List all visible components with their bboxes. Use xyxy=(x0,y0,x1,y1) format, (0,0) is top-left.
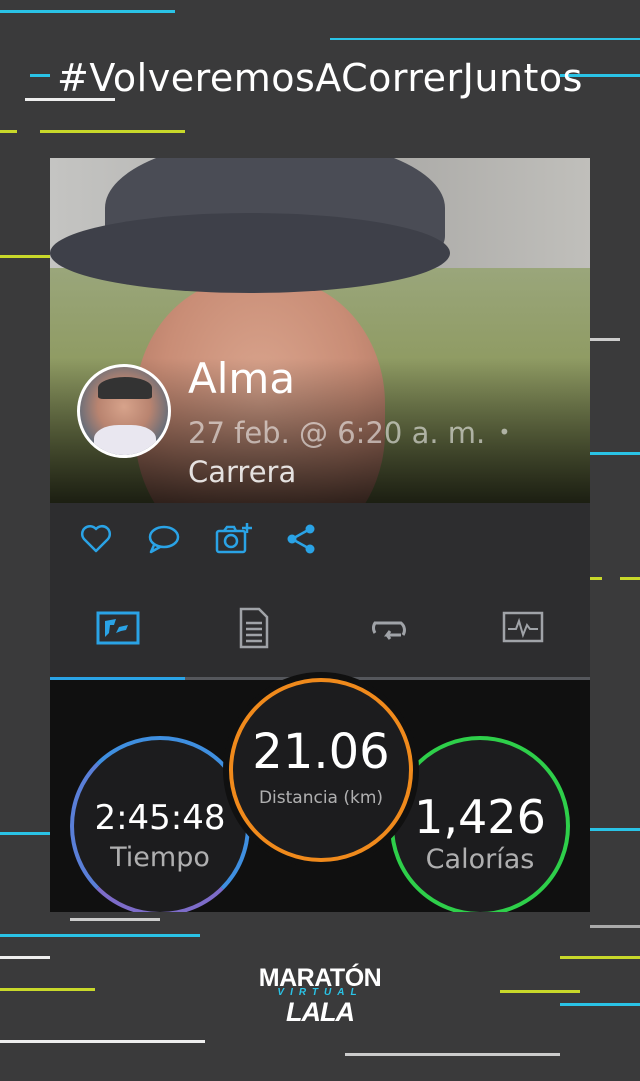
activity-type: Carrera xyxy=(188,455,297,489)
calories-label: Calorías xyxy=(425,844,535,875)
tab-summary[interactable] xyxy=(94,603,144,653)
heart-icon[interactable] xyxy=(78,521,114,557)
stats-panel: 2:45:48 Tiempo 1,426 Calorías 21.06 Dist… xyxy=(50,678,590,912)
time-stat-ring: 2:45:48 Tiempo xyxy=(70,736,250,912)
date-separator: • xyxy=(498,420,511,444)
distance-value: 21.06 xyxy=(252,724,390,780)
activity-tabs xyxy=(50,573,590,681)
charts-icon xyxy=(502,611,544,643)
activity-date: 27 feb. @ 6:20 a. m. • xyxy=(188,416,510,450)
share-icon[interactable] xyxy=(284,521,320,557)
activity-card: Alma 27 feb. @ 6:20 a. m. • Carrera 2:45… xyxy=(50,158,590,912)
time-label: Tiempo xyxy=(110,842,210,873)
avatar[interactable] xyxy=(77,364,171,458)
add-photo-icon[interactable] xyxy=(214,521,252,557)
calories-value: 1,426 xyxy=(414,790,546,844)
comment-icon[interactable] xyxy=(146,521,182,557)
details-icon xyxy=(239,607,269,649)
athlete-name[interactable]: Alma xyxy=(188,354,295,403)
summary-icon xyxy=(96,611,140,645)
time-value: 2:45:48 xyxy=(94,798,226,838)
calories-stat-ring: 1,426 Calorías xyxy=(390,736,570,912)
action-bar xyxy=(50,503,590,574)
campaign-hashtag: #VolveremosACorrerJuntos xyxy=(57,56,583,100)
maraton-lala-logo: MARATÓN VIRTUAL LALA xyxy=(258,964,382,1027)
tab-details[interactable] xyxy=(228,603,278,653)
activity-date-text: 27 feb. @ 6:20 a. m. xyxy=(188,416,486,450)
tab-laps[interactable] xyxy=(363,603,413,653)
tab-charts[interactable] xyxy=(498,603,548,653)
distance-label: Distancia (km) xyxy=(258,788,384,808)
laps-icon xyxy=(372,621,406,640)
distance-stat-ring: 21.06 Distancia (km) xyxy=(229,678,413,862)
